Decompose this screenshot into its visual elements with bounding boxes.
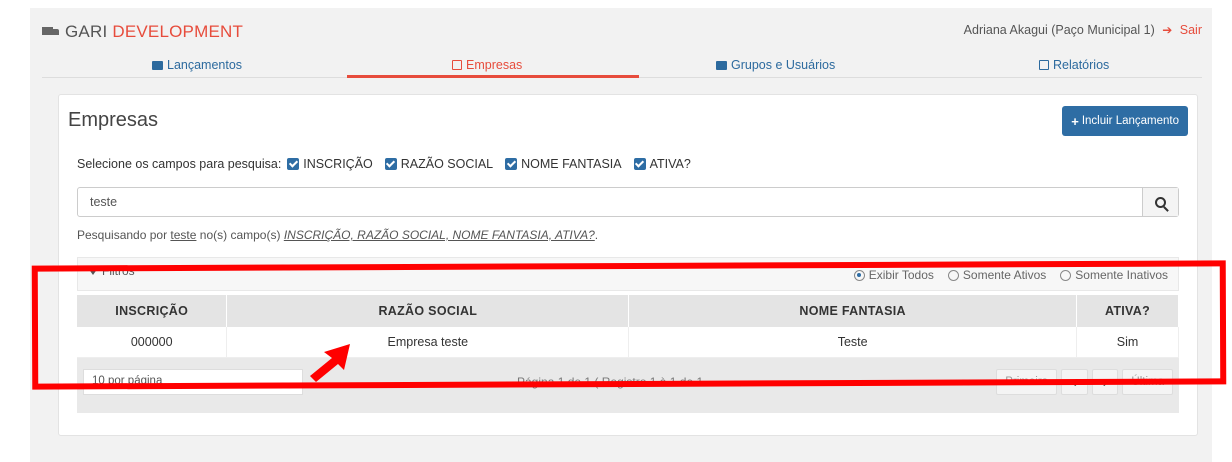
first-page-button[interactable]: Primeira: [996, 369, 1058, 395]
tab-grupos-usuarios[interactable]: Grupos e Usuários: [716, 58, 835, 72]
tab-empresas[interactable]: Empresas: [452, 58, 522, 72]
checkbox-checked-icon: [505, 158, 518, 170]
active-tab-indicator: [347, 75, 639, 78]
tab-label: Lançamentos: [167, 58, 243, 72]
last-page-button[interactable]: Última: [1122, 369, 1173, 395]
tab-label: Grupos e Usuários: [731, 58, 836, 72]
summary-prefix: Pesquisando por: [77, 228, 168, 242]
pagination-buttons: Primeira ‹ › Última: [996, 369, 1173, 395]
filter-icon: [88, 267, 98, 275]
checkbox-checked-icon: [384, 158, 397, 170]
empresas-panel: Empresas + Incluir Lançamento Selecione …: [58, 94, 1198, 436]
fields-prompt: Selecione os campos para pesquisa:: [77, 157, 282, 171]
checkbox-label: NOME FANTASIA: [521, 157, 622, 171]
checkbox-label: RAZÃO SOCIAL: [400, 157, 494, 171]
checkbox-checked-icon: [287, 158, 300, 170]
file-icon: [452, 60, 462, 70]
column-header-razao-social[interactable]: RAZÃO SOCIAL: [226, 295, 630, 327]
table-header-row: INSCRIÇÃO RAZÃO SOCIAL NOME FANTASIA ATI…: [77, 295, 1179, 327]
summary-term: teste: [170, 228, 197, 242]
radio-somente-inativos[interactable]: Somente Inativos: [1060, 268, 1168, 282]
logout-icon: ➔: [1162, 23, 1173, 37]
radio-selected-icon: [853, 269, 865, 281]
results-area: INSCRIÇÃO RAZÃO SOCIAL NOME FANTASIA ATI…: [77, 295, 1179, 413]
checkbox-inscricao[interactable]: INSCRIÇÃO: [287, 157, 378, 171]
table-row[interactable]: 000000 Empresa teste Teste Sim: [77, 327, 1179, 358]
search-fields: Selecione os campos para pesquisa: INSCR…: [77, 157, 697, 171]
checkbox-label: ATIVA?: [649, 157, 691, 171]
brand-logo[interactable]: GARI DEVELOPMENT: [42, 22, 243, 42]
brand-name: GARI: [65, 22, 108, 41]
search-bar: [77, 187, 1179, 217]
prev-page-button[interactable]: ‹: [1061, 369, 1088, 395]
next-page-button[interactable]: ›: [1091, 369, 1119, 395]
checkbox-nome-fantasia[interactable]: NOME FANTASIA: [505, 157, 627, 171]
radio-icon: [947, 269, 959, 281]
column-header-nome-fantasia[interactable]: NOME FANTASIA: [628, 295, 1078, 327]
tab-label: Relatórios: [1053, 58, 1110, 72]
cell-inscricao: 000000: [77, 327, 228, 358]
plus-icon: +: [1071, 113, 1079, 129]
search-input[interactable]: [78, 188, 1142, 216]
radio-exibir-todos[interactable]: Exibir Todos: [853, 268, 934, 282]
filters-toggle[interactable]: Filtros: [88, 264, 135, 278]
filters-label: Filtros: [102, 264, 135, 278]
checkbox-ativa[interactable]: ATIVA?: [633, 157, 697, 171]
tab-label: Empresas: [466, 58, 523, 72]
summary-middle: no(s) campo(s): [199, 228, 281, 242]
annotation-arrow-icon: [310, 344, 350, 382]
brand-suffix: DEVELOPMENT: [112, 22, 244, 41]
checkbox-razao-social[interactable]: RAZÃO SOCIAL: [384, 157, 499, 171]
search-summary: Pesquisando por teste no(s) campo(s) INS…: [77, 228, 598, 242]
search-button[interactable]: [1142, 188, 1178, 216]
main-nav: Lançamentos Empresas Grupos e Usuários R…: [42, 52, 1202, 78]
results-table: INSCRIÇÃO RAZÃO SOCIAL NOME FANTASIA ATI…: [77, 295, 1179, 358]
logout-link[interactable]: Sair: [1180, 23, 1202, 37]
cell-razao-social: Empresa teste: [226, 327, 630, 358]
app-background: GARI DEVELOPMENT Adriana Akagui (Paço Mu…: [30, 8, 1212, 462]
radio-label: Somente Inativos: [1075, 268, 1168, 282]
radio-label: Exibir Todos: [868, 268, 934, 282]
checkbox-label: INSCRIÇÃO: [303, 157, 373, 171]
checkbox-checked-icon: [633, 158, 646, 170]
column-header-ativa[interactable]: ATIVA?: [1076, 295, 1179, 327]
search-icon: [1155, 196, 1166, 208]
pagination: 10 por página Página 1 de 1 ( Registro 1…: [77, 361, 1179, 397]
users-icon: [716, 60, 727, 70]
report-icon: [1039, 60, 1049, 70]
tab-relatorios[interactable]: Relatórios: [1039, 58, 1109, 72]
column-header-inscricao[interactable]: INSCRIÇÃO: [77, 295, 228, 327]
status-filter: Exibir Todos Somente Ativos Somente Inat…: [853, 268, 1168, 282]
per-page-select[interactable]: 10 por página: [83, 369, 303, 395]
monitor-icon: [152, 60, 163, 70]
summary-suffix: .: [594, 228, 599, 242]
user-name: Adriana Akagui (Paço Municipal 1): [963, 23, 1155, 37]
tab-lancamentos[interactable]: Lançamentos: [152, 58, 242, 72]
add-entry-button[interactable]: + Incluir Lançamento: [1062, 106, 1188, 136]
radio-icon: [1060, 269, 1072, 281]
filters-bar: Filtros Exibir Todos Somente Ativos Some…: [77, 257, 1179, 291]
radio-label: Somente Ativos: [962, 268, 1047, 282]
add-entry-label: Incluir Lançamento: [1081, 115, 1179, 127]
summary-fields: INSCRIÇÃO, RAZÃO SOCIAL, NOME FANTASIA, …: [283, 228, 595, 242]
cell-ativa: Sim: [1076, 327, 1179, 358]
page-info: Página 1 de 1 ( Registro 1 à 1 de 1: [517, 375, 704, 389]
radio-somente-ativos[interactable]: Somente Ativos: [947, 268, 1047, 282]
cell-nome-fantasia: Teste: [628, 327, 1078, 358]
user-info: Adriana Akagui (Paço Municipal 1) ➔ Sair: [964, 23, 1202, 37]
page-title: Empresas: [68, 109, 159, 131]
truck-icon: [42, 26, 60, 38]
